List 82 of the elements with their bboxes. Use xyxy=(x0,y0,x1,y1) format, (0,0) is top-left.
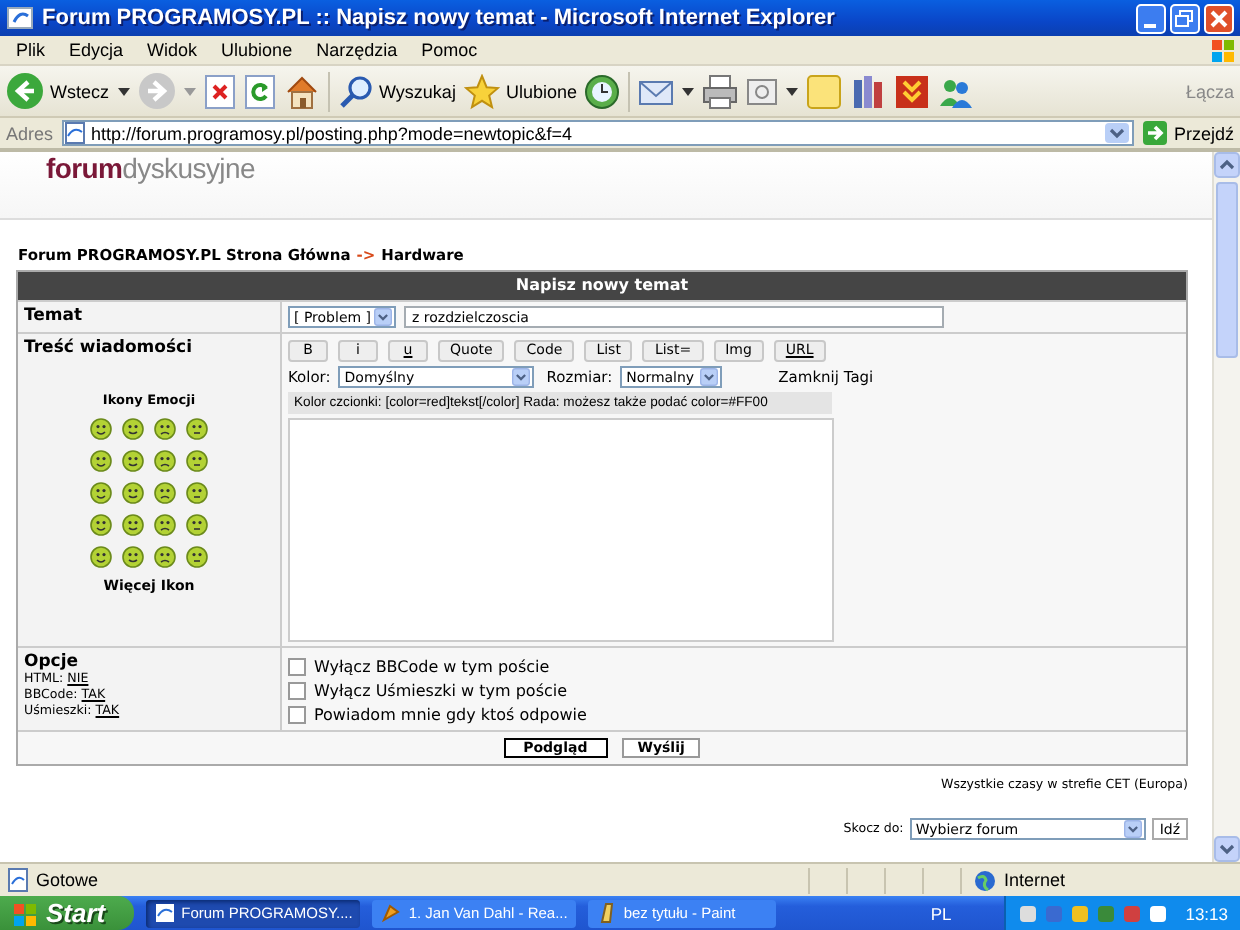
language-indicator[interactable]: PL xyxy=(930,903,952,923)
caret-icon[interactable] xyxy=(510,368,533,386)
smiley-icon[interactable] xyxy=(186,418,208,440)
window-title: Forum PROGRAMOSY.PL :: Napisz nowy temat - Microsoft Internet Explorer xyxy=(42,6,837,30)
smiley-icon[interactable] xyxy=(122,482,144,504)
menu-item[interactable]: Plik xyxy=(4,40,58,60)
dropdown-arrow-icon[interactable] xyxy=(682,87,695,95)
caret-icon[interactable] xyxy=(698,368,721,386)
browser-icon xyxy=(153,902,176,924)
field-label: Treść wiadomości xyxy=(24,338,195,358)
paint-brush-icon xyxy=(595,902,618,924)
page-icon xyxy=(6,868,30,892)
windows-flag-icon xyxy=(12,901,38,925)
caret-icon[interactable] xyxy=(1121,820,1144,838)
checkbox[interactable] xyxy=(288,657,306,675)
browser-window-icon xyxy=(6,4,34,32)
smiley-icon[interactable] xyxy=(90,450,112,472)
dropdown-arrow-icon[interactable] xyxy=(786,87,799,95)
smiley-icon[interactable] xyxy=(122,514,144,536)
form-heading: Napisz nowy temat xyxy=(18,272,1186,300)
home-button[interactable] xyxy=(283,73,320,109)
windows-flag-icon xyxy=(1208,37,1236,63)
scrollbar[interactable] xyxy=(1212,152,1240,862)
go-button[interactable]: Przejdź xyxy=(1141,120,1234,146)
checkbox[interactable] xyxy=(288,681,306,699)
forum-logo[interactable]: forumdyskusyjne xyxy=(46,152,255,186)
globe-icon xyxy=(974,869,996,891)
clock: 13:13 xyxy=(1185,903,1228,923)
star-icon xyxy=(463,73,500,109)
scroll-thumb[interactable] xyxy=(1216,182,1238,358)
smiley-icon[interactable] xyxy=(154,450,176,472)
caret-icon[interactable] xyxy=(1103,122,1130,144)
close-button[interactable] xyxy=(1204,3,1234,33)
go-arrow-icon xyxy=(1141,120,1168,146)
scroll-up-button[interactable] xyxy=(1214,152,1240,178)
address-field[interactable]: http://forum.programosy.pl/posting.php?mode=newtopic&f=4 xyxy=(61,120,1134,146)
checkbox[interactable] xyxy=(288,705,306,723)
smiley-icon[interactable] xyxy=(90,482,112,504)
smiley-icon[interactable] xyxy=(90,514,112,536)
smiley-icon[interactable] xyxy=(186,546,208,568)
menu-item[interactable]: Edycja xyxy=(57,40,136,60)
minimize-button[interactable] xyxy=(1136,3,1166,33)
smiley-icon[interactable] xyxy=(186,482,208,504)
stop-button[interactable] xyxy=(203,73,236,109)
smiley-icon[interactable] xyxy=(154,546,176,568)
refresh-button[interactable] xyxy=(243,73,276,109)
menu-item[interactable]: Pomoc xyxy=(409,40,490,60)
smiley-icon[interactable] xyxy=(154,418,176,440)
address-label: Adres xyxy=(6,123,54,143)
checkbox-label[interactable]: Wyłącz BBCode w tym poście xyxy=(314,657,550,675)
favorites-button[interactable]: Ulubione xyxy=(463,73,577,109)
security-zone: Internet xyxy=(1004,870,1066,890)
smiley-icon[interactable] xyxy=(186,450,208,472)
printer-button[interactable] xyxy=(702,73,739,109)
history-button[interactable] xyxy=(584,73,621,109)
smiley-icon[interactable] xyxy=(186,514,208,536)
smiley-icon[interactable] xyxy=(122,546,144,568)
search-icon xyxy=(337,73,374,109)
page-icon xyxy=(63,122,86,144)
smiley-icon[interactable] xyxy=(90,418,112,440)
dropdown-arrow-icon[interactable] xyxy=(117,87,130,95)
scroll-down-button[interactable] xyxy=(1214,836,1240,862)
download-button[interactable] xyxy=(894,73,931,109)
message-field[interactable] xyxy=(288,418,834,642)
smiley-icon[interactable] xyxy=(122,450,144,472)
checkbox-label[interactable]: Powiadom mnie gdy ktoś odpowie xyxy=(314,705,587,723)
back-button[interactable]: Wstecz xyxy=(6,72,110,110)
smiley-icon[interactable] xyxy=(154,514,176,536)
smiley-icon[interactable] xyxy=(154,482,176,504)
checkbox-label[interactable]: Wyłącz Uśmieszki w tym poście xyxy=(314,681,568,699)
field-label: Temat xyxy=(24,306,83,326)
books-button[interactable] xyxy=(850,73,887,109)
search-button[interactable]: Wyszukaj xyxy=(337,73,456,109)
menu-item[interactable]: Narzędzia xyxy=(304,40,410,60)
menu-item[interactable]: Ulubione xyxy=(209,40,305,60)
smiley-icon[interactable] xyxy=(90,546,112,568)
status-text: Gotowe xyxy=(36,870,99,890)
options-heading: Opcje xyxy=(24,652,81,672)
caret-icon[interactable] xyxy=(372,308,394,326)
smiley-icon[interactable] xyxy=(122,418,144,440)
maximize-button[interactable] xyxy=(1170,3,1200,33)
menu-item[interactable]: Widok xyxy=(135,40,210,60)
